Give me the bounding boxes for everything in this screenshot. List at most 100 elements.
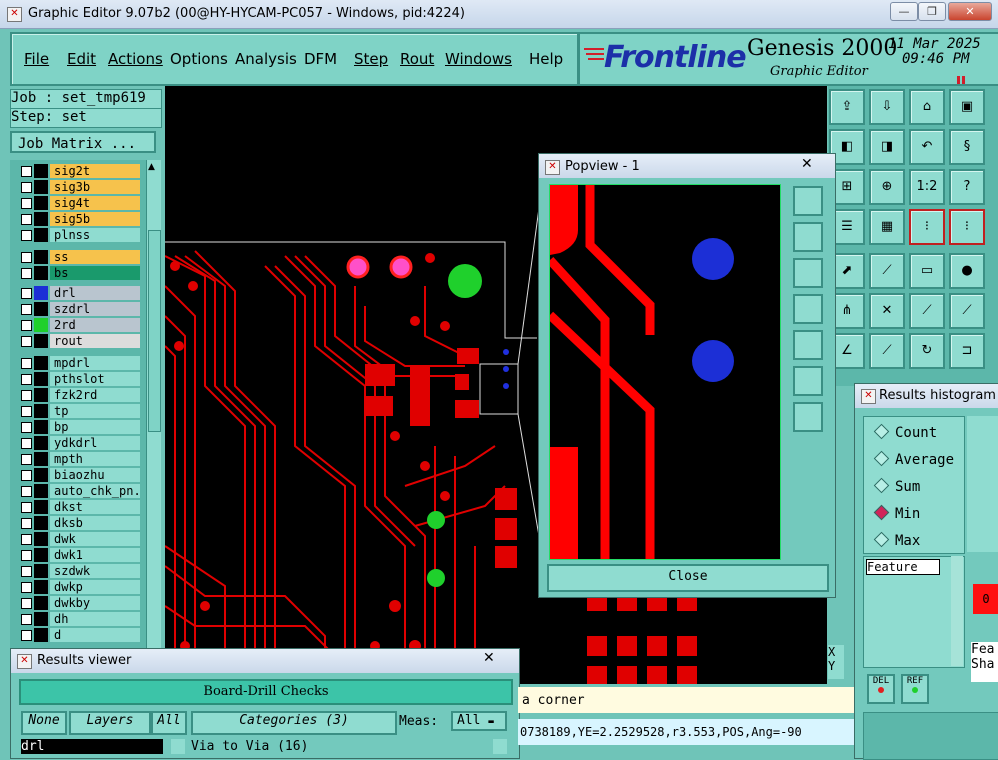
layer-name[interactable]: drl: [50, 286, 140, 300]
layer-name[interactable]: mpth: [50, 452, 140, 466]
popview-down-icon[interactable]: [793, 258, 823, 288]
menu-step[interactable]: Step: [354, 50, 388, 68]
layer-row[interactable]: sig2t: [18, 164, 140, 178]
menu-edit[interactable]: Edit: [67, 50, 96, 68]
popview-left-icon[interactable]: [793, 294, 823, 324]
tool-snap-icon[interactable]: ⁝: [909, 209, 945, 245]
layer-row[interactable]: d: [18, 628, 140, 642]
menu-actions[interactable]: Actions: [108, 50, 163, 68]
layer-name[interactable]: dkst: [50, 500, 140, 514]
layer-row[interactable]: 2rd: [18, 318, 140, 332]
layer-row[interactable]: mpdrl: [18, 356, 140, 370]
menu-analysis[interactable]: Analysis: [235, 50, 297, 68]
layer-color-swatch[interactable]: [34, 516, 48, 530]
none-button[interactable]: None: [21, 711, 67, 735]
layer-checkbox[interactable]: [21, 268, 32, 279]
layer-name[interactable]: szdwk: [50, 564, 140, 578]
menu-dfm[interactable]: DFM: [304, 50, 337, 68]
layer-row[interactable]: plnss: [18, 228, 140, 242]
tool-ruler-icon[interactable]: ▭: [909, 253, 945, 289]
layer-name[interactable]: dh: [50, 612, 140, 626]
layer-name[interactable]: bs: [50, 266, 140, 280]
layer-row[interactable]: dkst: [18, 500, 140, 514]
tool-ratio-button[interactable]: 1:2: [909, 169, 945, 205]
all-button[interactable]: All: [151, 711, 187, 735]
layer-name[interactable]: sig3b: [50, 180, 140, 194]
popview-close-icon[interactable]: ✕: [801, 156, 813, 172]
layer-name[interactable]: dwkp: [50, 580, 140, 594]
ref-button[interactable]: REF: [901, 674, 929, 704]
layer-checkbox[interactable]: [21, 304, 32, 315]
layer-color-swatch[interactable]: [34, 484, 48, 498]
layer-name[interactable]: dwk: [50, 532, 140, 546]
layer-color-swatch[interactable]: [34, 404, 48, 418]
layer-checkbox[interactable]: [21, 390, 32, 401]
layer-row[interactable]: fzk2rd: [18, 388, 140, 402]
layer-row[interactable]: tp: [18, 404, 140, 418]
layer-color-swatch[interactable]: [34, 596, 48, 610]
layer-color-swatch[interactable]: [34, 250, 48, 264]
layer-checkbox[interactable]: [21, 438, 32, 449]
layer-name[interactable]: ydkdrl: [50, 436, 140, 450]
layer-row[interactable]: auto_chk_pn.: [18, 484, 141, 498]
option-max[interactable]: Max: [873, 531, 920, 549]
layer-color-swatch[interactable]: [34, 228, 48, 242]
layer-checkbox[interactable]: [21, 320, 32, 331]
menu-windows[interactable]: Windows: [445, 50, 512, 68]
option-min[interactable]: Min: [873, 504, 920, 522]
layer-scroll-up-icon[interactable]: [171, 739, 185, 754]
tool-save-icon[interactable]: ⇩: [869, 89, 905, 125]
layer-checkbox[interactable]: [21, 374, 32, 385]
tool-measure-icon[interactable]: ⟋: [869, 253, 905, 289]
layer-color-swatch[interactable]: [34, 164, 48, 178]
feature-scrollbar[interactable]: [951, 556, 963, 666]
layer-row[interactable]: bp: [18, 420, 140, 434]
popview-up-icon[interactable]: [793, 222, 823, 252]
layer-row[interactable]: dwk1: [18, 548, 140, 562]
popview-zoom-in-icon[interactable]: [793, 186, 823, 216]
layer-name[interactable]: sig2t: [50, 164, 140, 178]
layer-color-swatch[interactable]: [34, 564, 48, 578]
minimize-button[interactable]: —: [890, 2, 918, 21]
layer-row[interactable]: sig4t: [18, 196, 140, 210]
layer-row[interactable]: dwk: [18, 532, 140, 546]
layer-row[interactable]: rout: [18, 334, 140, 348]
layer-checkbox[interactable]: [21, 534, 32, 545]
layer-checkbox[interactable]: [21, 470, 32, 481]
layer-name[interactable]: dksb: [50, 516, 140, 530]
tool-arc-icon[interactable]: ⟋: [949, 293, 985, 329]
layer-checkbox[interactable]: [21, 230, 32, 241]
layer-color-swatch[interactable]: [34, 266, 48, 280]
layer-color-swatch[interactable]: [34, 356, 48, 370]
layer-color-swatch[interactable]: [34, 302, 48, 316]
layer-row[interactable]: mpth: [18, 452, 140, 466]
pause-icon[interactable]: [956, 70, 966, 84]
layer-name[interactable]: tp: [50, 404, 140, 418]
layer-color-swatch[interactable]: [34, 388, 48, 402]
close-window-button[interactable]: ✕: [948, 2, 992, 21]
layer-row[interactable]: sig5b: [18, 212, 140, 226]
layer-name[interactable]: fzk2rd: [50, 388, 140, 402]
feature-label[interactable]: Feature: [866, 559, 940, 575]
layer-row[interactable]: dh: [18, 612, 140, 626]
layer-row[interactable]: szdrl: [18, 302, 140, 316]
layer-checkbox[interactable]: [21, 358, 32, 369]
option-count[interactable]: Count: [873, 423, 937, 441]
menu-rout[interactable]: Rout: [400, 50, 434, 68]
layers-button[interactable]: Layers: [69, 711, 151, 735]
layer-checkbox[interactable]: [21, 252, 32, 263]
tool-mirror-icon[interactable]: ⊐: [949, 333, 985, 369]
layer-color-swatch[interactable]: [34, 180, 48, 194]
layer-row[interactable]: bs: [18, 266, 140, 280]
layer-color-swatch[interactable]: [34, 548, 48, 562]
menu-help[interactable]: Help: [529, 50, 563, 68]
layer-checkbox[interactable]: [21, 502, 32, 513]
category-item[interactable]: Via to Via (16): [191, 739, 487, 754]
layer-checkbox[interactable]: [21, 486, 32, 497]
tool-zoom-center-icon[interactable]: ⊕: [869, 169, 905, 205]
tool-pad-icon[interactable]: ●: [949, 253, 985, 289]
layer-name[interactable]: sig4t: [50, 196, 140, 210]
layer-color-swatch[interactable]: [34, 286, 48, 300]
layer-row[interactable]: dwkby: [18, 596, 140, 610]
tool-home-icon[interactable]: ⌂: [909, 89, 945, 125]
